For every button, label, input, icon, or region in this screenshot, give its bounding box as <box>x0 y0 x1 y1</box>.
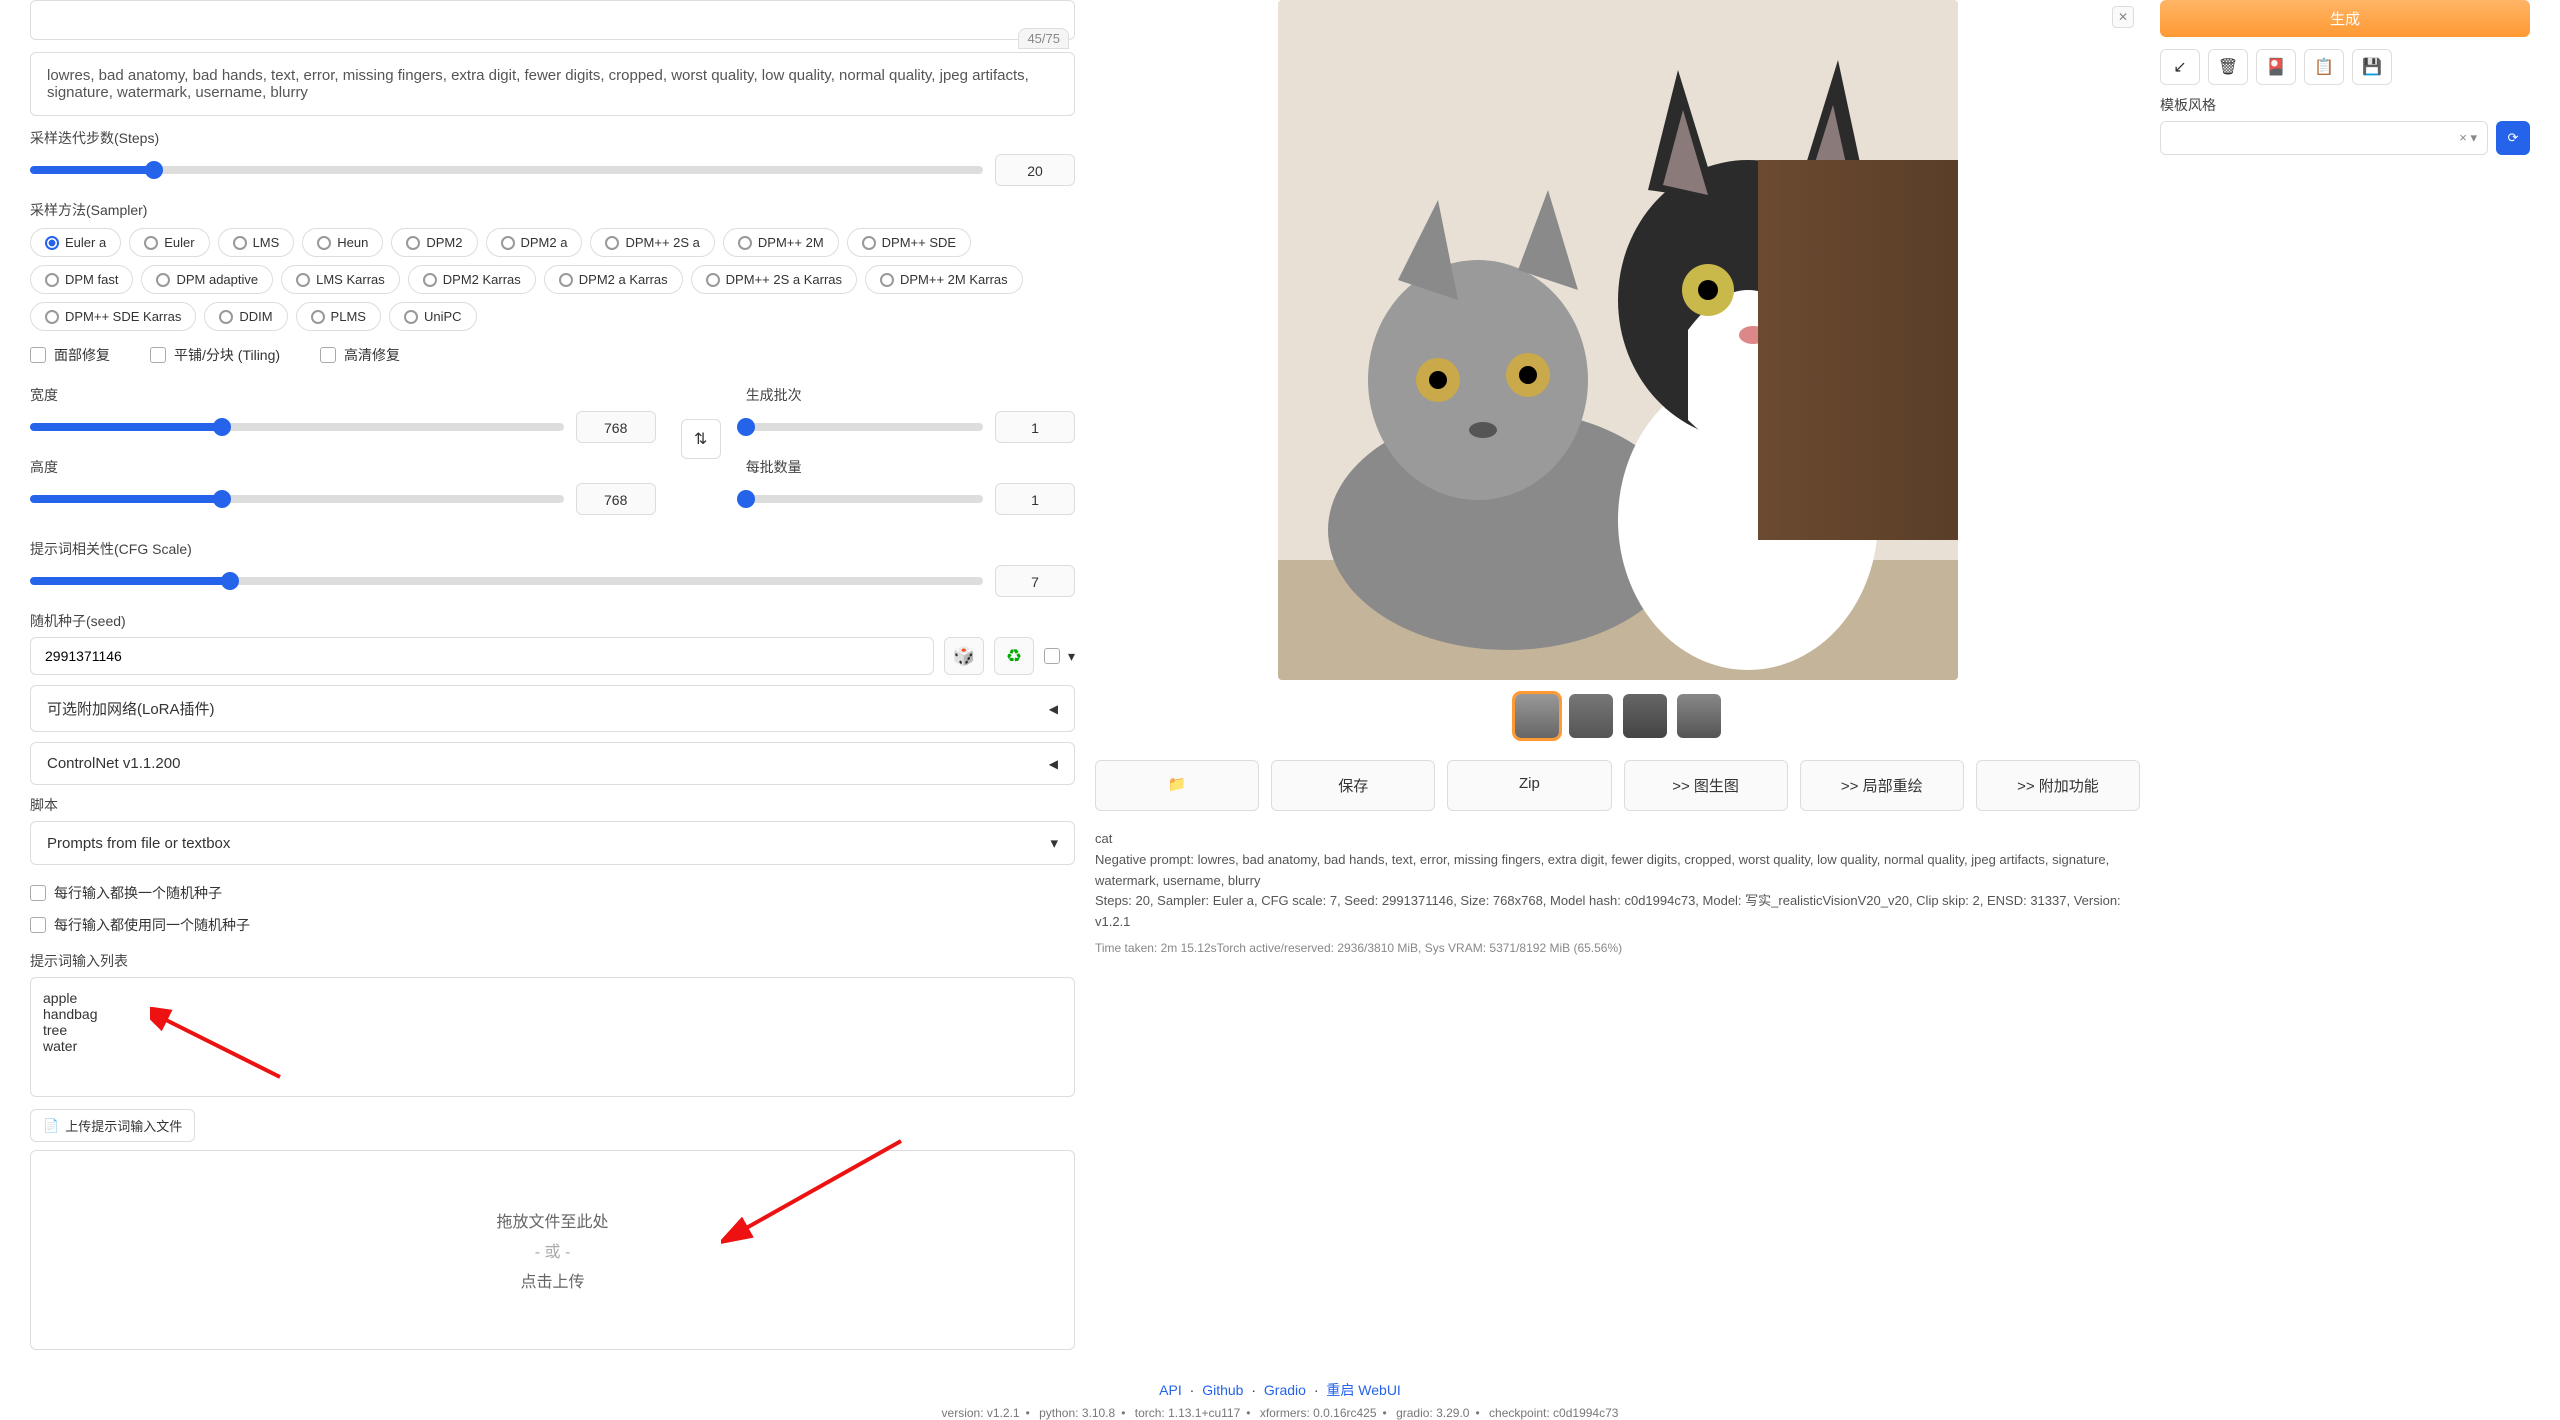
cfg-label: 提示词相关性(CFG Scale) <box>30 539 1075 559</box>
sampler-dpm-fast[interactable]: DPM fast <box>30 265 133 294</box>
positive-prompt[interactable] <box>30 0 1075 40</box>
script-select[interactable]: Prompts from file or textbox▾ <box>30 821 1075 865</box>
extra-seed-checkbox[interactable]: ▾ <box>1044 648 1075 665</box>
sampler-dpm2-karras[interactable]: DPM2 Karras <box>408 265 536 294</box>
output-negative-text: Negative prompt: lowres, bad anatomy, ba… <box>1095 850 2140 892</box>
seed-label: 随机种子(seed) <box>30 611 1075 631</box>
sampler-dpm-2s-a-karras[interactable]: DPM++ 2S a Karras <box>691 265 857 294</box>
batch-count-label: 生成批次 <box>746 385 1075 405</box>
batch-count-value[interactable]: 1 <box>995 411 1075 443</box>
sampler-lms-karras[interactable]: LMS Karras <box>281 265 400 294</box>
sampler-ddim[interactable]: DDIM <box>204 302 287 331</box>
cfg-value[interactable]: 7 <box>995 565 1075 597</box>
sampler-euler[interactable]: Euler <box>129 228 209 257</box>
github-link[interactable]: Github <box>1202 1382 1243 1398</box>
sampler-group: Euler a Euler LMSHeun DPM2 DPM2 aDPM++ 2S a D… <box>30 228 1075 331</box>
send-extras-button[interactable]: >> 附加功能 <box>1976 760 2140 811</box>
batch-count-slider[interactable] <box>746 423 983 431</box>
sampler-dpm-2m[interactable]: DPM++ 2M <box>723 228 839 257</box>
sampler-dpm-adaptive[interactable]: DPM adaptive <box>141 265 273 294</box>
thumbnail-2[interactable] <box>1569 694 1613 738</box>
token-count: 45/75 <box>1018 28 1069 49</box>
footer-version: version: v1.2.1• python: 3.10.8• torch: … <box>0 1406 2560 1420</box>
prompt-list-textarea[interactable]: apple handbag tree water <box>30 977 1075 1097</box>
steps-value[interactable]: 20 <box>995 154 1075 186</box>
sampler-dpm2-a[interactable]: DPM2 a <box>486 228 583 257</box>
save-button[interactable]: 保存 <box>1271 760 1435 811</box>
chevron-down-icon: ▾ <box>1050 834 1058 852</box>
trash-icon[interactable]: 🗑 <box>2208 49 2248 85</box>
upload-drop-zone[interactable]: 拖放文件至此处 - 或 - 点击上传 <box>30 1150 1075 1350</box>
lora-accordion[interactable]: 可选附加网络(LoRA插件)◀ <box>30 685 1075 732</box>
api-link[interactable]: API <box>1159 1382 1182 1398</box>
chevron-left-icon: ◀ <box>1049 757 1058 771</box>
sampler-label: 采样方法(Sampler) <box>30 200 1075 220</box>
gradio-link[interactable]: Gradio <box>1264 1382 1306 1398</box>
edit-icon[interactable]: ↙ <box>2160 49 2200 85</box>
output-params-text: Steps: 20, Sampler: Euler a, CFG scale: … <box>1095 891 2140 933</box>
output-time-text: Time taken: 2m 15.12sTorch active/reserv… <box>1095 939 2140 958</box>
refresh-icon[interactable]: ⟳ <box>2496 121 2530 155</box>
height-label: 高度 <box>30 457 656 477</box>
height-value[interactable]: 768 <box>576 483 656 515</box>
dice-icon[interactable]: 🎲 <box>944 637 984 675</box>
thumbnail-1[interactable] <box>1515 694 1559 738</box>
face-restore-checkbox[interactable]: 面部修复 <box>30 345 110 365</box>
save-style-icon[interactable]: 💾 <box>2352 49 2392 85</box>
sampler-lms[interactable]: LMS <box>218 228 295 257</box>
width-slider[interactable] <box>30 423 564 431</box>
send-img2img-button[interactable]: >> 图生图 <box>1624 760 1788 811</box>
same-random-checkbox[interactable]: 每行输入都使用同一个随机种子 <box>30 915 250 935</box>
cfg-slider[interactable] <box>30 577 983 585</box>
chevron-left-icon: ◀ <box>1049 702 1058 716</box>
style-label: 模板风格 <box>2160 95 2530 115</box>
output-image[interactable] <box>1278 0 1958 680</box>
output-prompt-text: cat <box>1095 829 2140 850</box>
width-label: 宽度 <box>30 385 656 405</box>
hires-checkbox[interactable]: 高清修复 <box>320 345 400 365</box>
seed-input[interactable] <box>30 637 934 675</box>
open-folder-button[interactable]: 📁 <box>1095 760 1259 811</box>
thumbnail-3[interactable] <box>1623 694 1667 738</box>
swap-dims-button[interactable]: ⇅ <box>681 419 721 459</box>
sampler-dpm-2s-a[interactable]: DPM++ 2S a <box>590 228 714 257</box>
batch-size-label: 每批数量 <box>746 457 1075 477</box>
sampler-dpm-sde[interactable]: DPM++ SDE <box>847 228 971 257</box>
upload-prompt-file-button[interactable]: 📄 上传提示词输入文件 <box>30 1109 195 1142</box>
sampler-dpm-2m-karras[interactable]: DPM++ 2M Karras <box>865 265 1023 294</box>
zip-button[interactable]: Zip <box>1447 760 1611 811</box>
sampler-dpm-sde-karras[interactable]: DPM++ SDE Karras <box>30 302 196 331</box>
send-inpaint-button[interactable]: >> 局部重绘 <box>1800 760 1964 811</box>
batch-size-value[interactable]: 1 <box>995 483 1075 515</box>
thumbnail-4[interactable] <box>1677 694 1721 738</box>
sampler-euler-a[interactable]: Euler a <box>30 228 121 257</box>
height-slider[interactable] <box>30 495 564 503</box>
steps-slider[interactable] <box>30 166 983 174</box>
sampler-dpm2-a-karras[interactable]: DPM2 a Karras <box>544 265 683 294</box>
sampler-heun[interactable]: Heun <box>302 228 383 257</box>
prompt-list-label: 提示词输入列表 <box>30 951 1075 971</box>
steps-label: 采样迭代步数(Steps) <box>30 128 1075 148</box>
close-icon[interactable]: ✕ <box>2112 6 2134 28</box>
sampler-dpm2[interactable]: DPM2 <box>391 228 477 257</box>
clipboard-icon[interactable]: 📋 <box>2304 49 2344 85</box>
footer-links: API · Github · Gradio · 重启 WebUI <box>0 1380 2560 1400</box>
script-label: 脚本 <box>30 795 1075 815</box>
style-select[interactable]: × ▾ <box>2160 121 2488 155</box>
sampler-plms[interactable]: PLMS <box>296 302 381 331</box>
sampler-unipc[interactable]: UniPC <box>389 302 477 331</box>
palette-icon[interactable]: 🎴 <box>2256 49 2296 85</box>
width-value[interactable]: 768 <box>576 411 656 443</box>
negative-prompt[interactable]: lowres, bad anatomy, bad hands, text, er… <box>30 52 1075 116</box>
generate-button[interactable]: 生成 <box>2160 0 2530 37</box>
random-each-checkbox[interactable]: 每行输入都换一个随机种子 <box>30 883 222 903</box>
batch-size-slider[interactable] <box>746 495 983 503</box>
recycle-icon[interactable]: ♻ <box>994 637 1034 675</box>
reload-link[interactable]: 重启 WebUI <box>1326 1382 1400 1398</box>
tiling-checkbox[interactable]: 平铺/分块 (Tiling) <box>150 345 280 365</box>
controlnet-accordion[interactable]: ControlNet v1.1.200◀ <box>30 742 1075 785</box>
